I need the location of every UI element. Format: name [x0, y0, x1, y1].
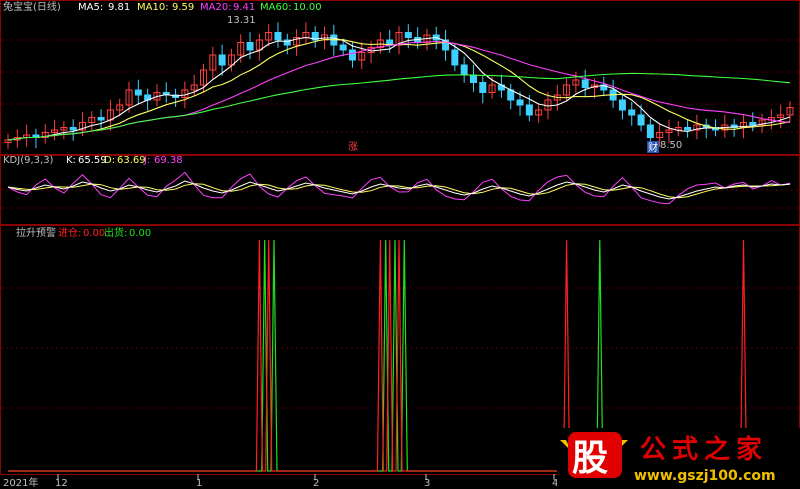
ma10-label: MA10:: [137, 2, 169, 13]
enter-value: 0.00: [83, 228, 105, 239]
candle-body: [749, 122, 757, 126]
kdj-j-value: 69.38: [154, 155, 183, 166]
kdj-d-value: 63.69: [117, 155, 146, 166]
candle-body: [628, 109, 636, 116]
ma20-label: MA20:: [200, 2, 232, 13]
kdj-d-line: [7, 183, 791, 199]
candle-body: [684, 127, 692, 131]
exit-label: 出货:: [104, 226, 127, 239]
high-price-annotation: 13.31: [227, 15, 256, 26]
ma60-label: MA60:: [260, 2, 292, 13]
ma20-value: 9.41: [233, 2, 255, 13]
signal-label: 拉升预警: [16, 226, 56, 239]
candle-body: [339, 44, 347, 51]
candle-body: [246, 42, 254, 51]
candle-body: [97, 117, 105, 121]
x-axis-label: 12: [55, 478, 68, 489]
candle-body: [618, 99, 626, 111]
kdj-k-value: 65.59: [78, 155, 107, 166]
ma60-line: [7, 72, 791, 141]
kdj-k-label: K:: [66, 155, 76, 166]
x-axis-label: 3: [424, 478, 430, 489]
watermark-url: www.gszj100.com: [634, 468, 776, 484]
watermark-title: 公式之家: [640, 434, 768, 465]
candle-body: [646, 124, 654, 138]
candle-body: [469, 74, 477, 83]
ma60-value: 10.00: [293, 2, 322, 13]
kdj-d-label: D:: [104, 155, 115, 166]
candle-body: [479, 82, 487, 93]
enter-label: 进仓:: [58, 226, 81, 239]
stock-chart-canvas: 兔宝宝(日线) MA5: 9.81 MA10: 9.59 MA20: 9.41 …: [0, 0, 800, 489]
candle-body: [516, 99, 524, 106]
x-axis-label: 1: [196, 478, 202, 489]
logo-big-char: 股: [572, 438, 608, 479]
candle-body: [404, 32, 412, 38]
exit-value: 0.00: [129, 228, 151, 239]
kdj-lines: [7, 171, 791, 205]
main-panel-frame: [0, 0, 800, 155]
candle-body: [274, 32, 282, 41]
ma5-value: 9.81: [108, 2, 130, 13]
candle-body: [134, 89, 142, 96]
zhang-marker: 涨: [348, 141, 358, 153]
candle-body: [460, 64, 468, 76]
kdj-label: KDJ(9,3,3): [3, 155, 54, 166]
low-price-annotation: 8.50: [660, 140, 682, 151]
candle-body: [637, 114, 645, 126]
x-axis-label: 2021年: [3, 476, 38, 489]
candle-body: [581, 79, 589, 88]
candle-body: [525, 104, 533, 116]
x-axis-label: 2: [313, 478, 319, 489]
watermark-logo: 股 公式之家 www.gszj100.com: [557, 428, 800, 489]
candle-body: [218, 54, 226, 66]
candle-body: [69, 127, 77, 131]
ma5-label: MA5:: [78, 2, 103, 13]
cai-marker: 财: [648, 141, 658, 154]
stock-name: 兔宝宝(日线): [3, 0, 61, 13]
kdj-j-label: J:: [143, 155, 150, 166]
ma10-value: 9.59: [172, 2, 194, 13]
candle-body: [451, 49, 459, 66]
candle-body: [348, 49, 356, 61]
